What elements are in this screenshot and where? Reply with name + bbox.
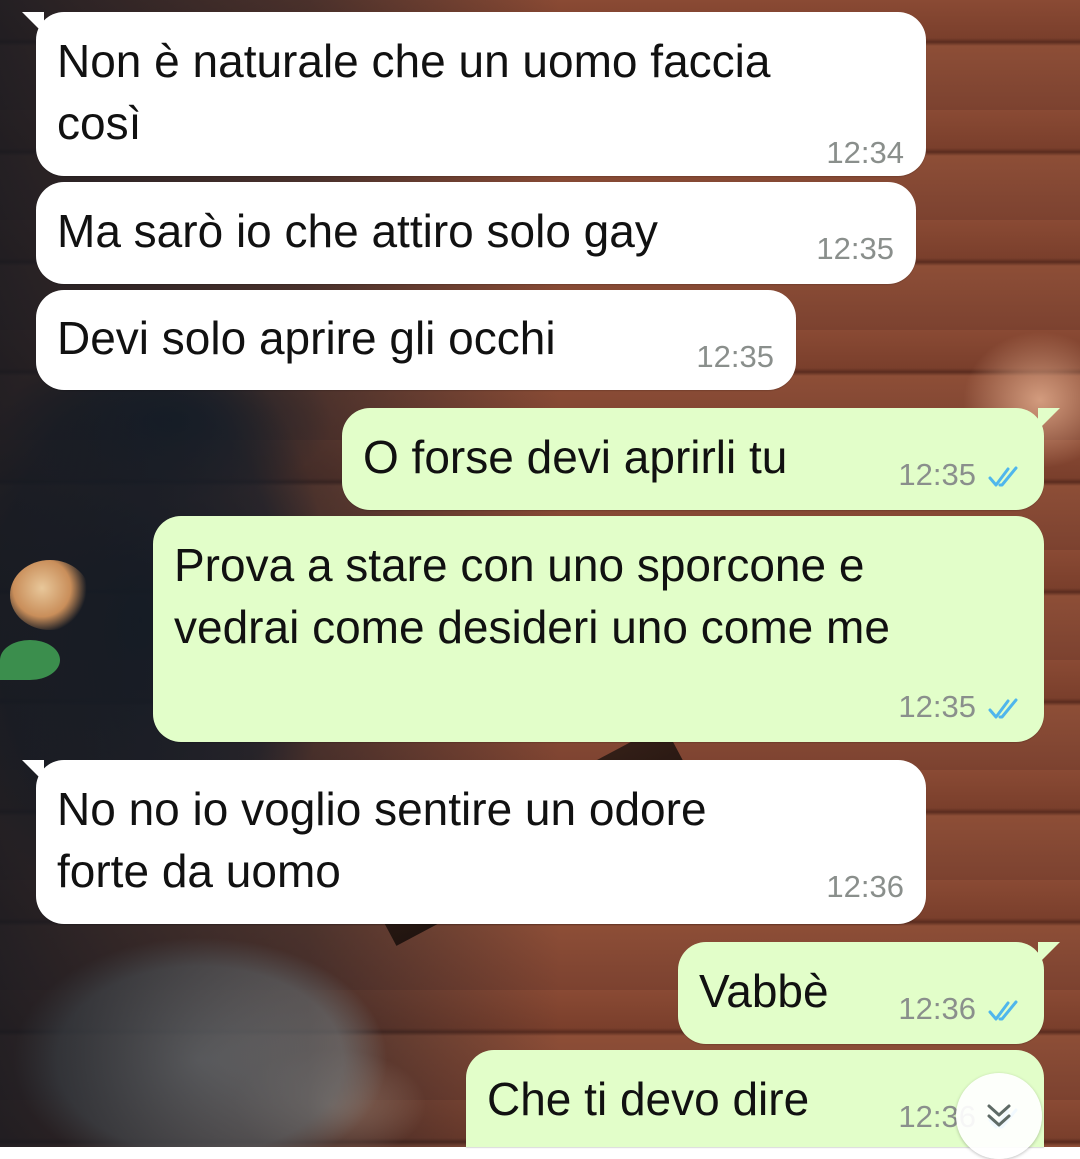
bubble-tail [22, 760, 44, 782]
message-text: Non è naturale che un uomo faccia così [57, 35, 771, 149]
message-timestamp: 12:36 [898, 991, 976, 1026]
bubble-tail [22, 12, 44, 34]
double-check-icon [988, 1000, 1018, 1021]
message-text: No no io voglio sentire un odore forte d… [57, 783, 707, 897]
scroll-to-bottom-button[interactable] [956, 1073, 1042, 1159]
message-bubble-outgoing[interactable]: O forse devi aprirli tu 12:35 [342, 408, 1060, 510]
message-bubble-outgoing[interactable]: Che ti devo dire 12:36 [466, 1050, 1044, 1147]
message-timestamp: 12:34 [826, 135, 904, 170]
message-text: Devi solo aprire gli occhi [57, 312, 556, 364]
wallpaper-flower [10, 560, 90, 630]
double-chevron-down-icon [987, 1104, 1011, 1127]
message-text: Prova a stare con uno sporcone e vedrai … [174, 539, 890, 653]
message-timestamp: 12:35 [898, 689, 976, 724]
double-check-icon [988, 698, 1018, 719]
message-bubble-incoming[interactable]: Ma sarò io che attiro solo gay 12:35 [36, 182, 916, 284]
double-check-icon [988, 466, 1018, 487]
message-bubble-incoming[interactable]: No no io voglio sentire un odore forte d… [22, 760, 926, 924]
message-timestamp: 12:36 [826, 869, 904, 904]
message-text: O forse devi aprirli tu [363, 431, 788, 483]
bubble-tail [1038, 408, 1060, 430]
message-text: Vabbè [699, 965, 829, 1017]
message-bubble-incoming[interactable]: Devi solo aprire gli occhi 12:35 [36, 290, 796, 390]
message-timestamp: 12:35 [898, 457, 976, 492]
message-text: Che ti devo dire [487, 1073, 810, 1125]
bubble-tail [1038, 942, 1060, 964]
message-timestamp: 12:35 [816, 231, 894, 266]
message-text: Ma sarò io che attiro solo gay [57, 205, 658, 257]
message-bubble-outgoing[interactable]: Prova a stare con uno sporcone e vedrai … [153, 516, 1044, 742]
message-bubble-outgoing[interactable]: Vabbè 12:36 [678, 942, 1060, 1044]
message-timestamp: 12:35 [696, 339, 774, 374]
message-bubble-incoming[interactable]: Non è naturale che un uomo faccia così 1… [22, 12, 926, 176]
wallpaper-leaf [0, 640, 60, 680]
